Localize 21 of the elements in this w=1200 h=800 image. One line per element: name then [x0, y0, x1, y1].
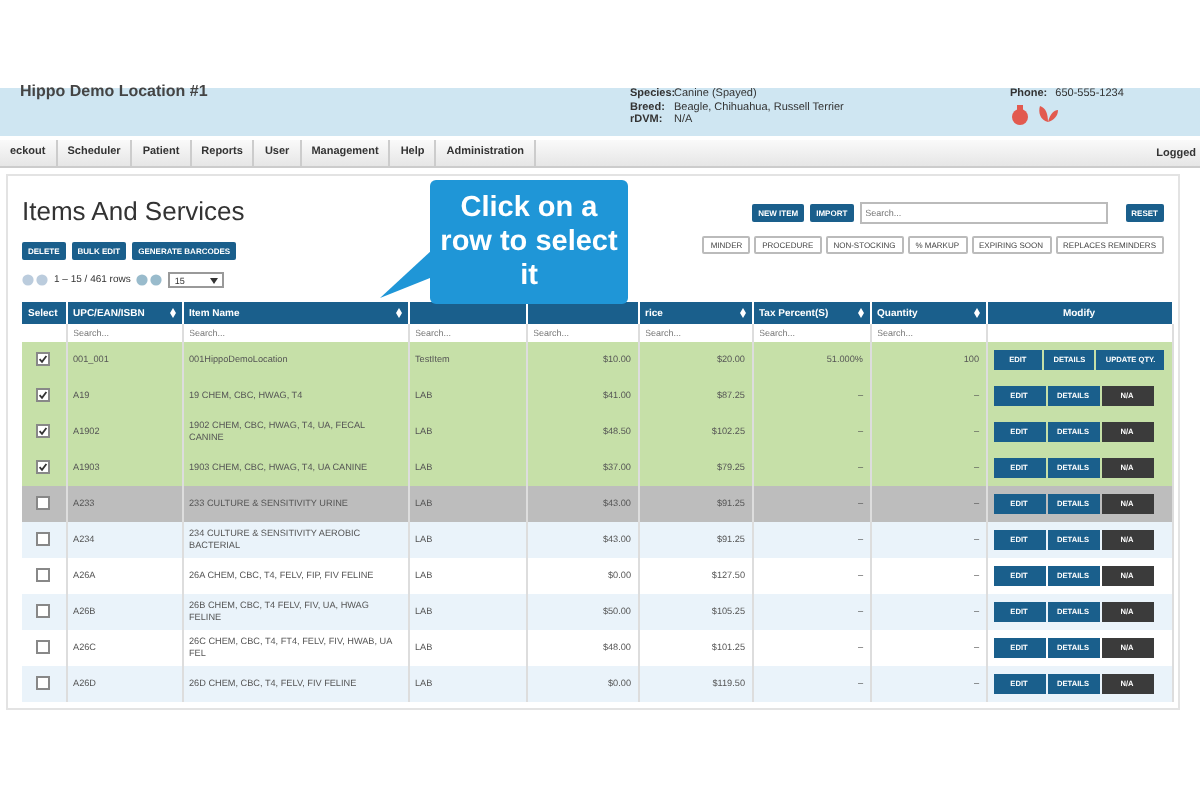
row-checkbox[interactable]	[36, 352, 51, 366]
sort-icon[interactable]	[169, 308, 175, 318]
row-checkbox[interactable]	[36, 675, 51, 689]
caret-icon	[210, 277, 219, 283]
row-checkbox[interactable]	[36, 495, 51, 509]
row-checkbox[interactable]	[36, 567, 51, 581]
row-checkbox[interactable]	[36, 639, 51, 653]
sort-icon[interactable]	[857, 308, 863, 318]
row-checkbox[interactable]	[36, 424, 51, 438]
sort-icon[interactable]	[395, 308, 401, 318]
location-name: Hippo Demo Location #1	[20, 82, 210, 100]
page-title: Items And Services	[22, 196, 245, 226]
row-checkbox[interactable]	[36, 460, 51, 474]
sort-icon[interactable]	[973, 308, 979, 318]
sort-icon[interactable]	[739, 308, 745, 318]
hint-tooltip: Click on a row to select it	[430, 180, 628, 304]
row-checkbox[interactable]	[36, 388, 51, 402]
row-checkbox[interactable]	[36, 603, 51, 617]
leaf-icon	[1036, 103, 1060, 123]
ball-icon	[1010, 103, 1030, 125]
row-checkbox[interactable]	[36, 531, 51, 545]
